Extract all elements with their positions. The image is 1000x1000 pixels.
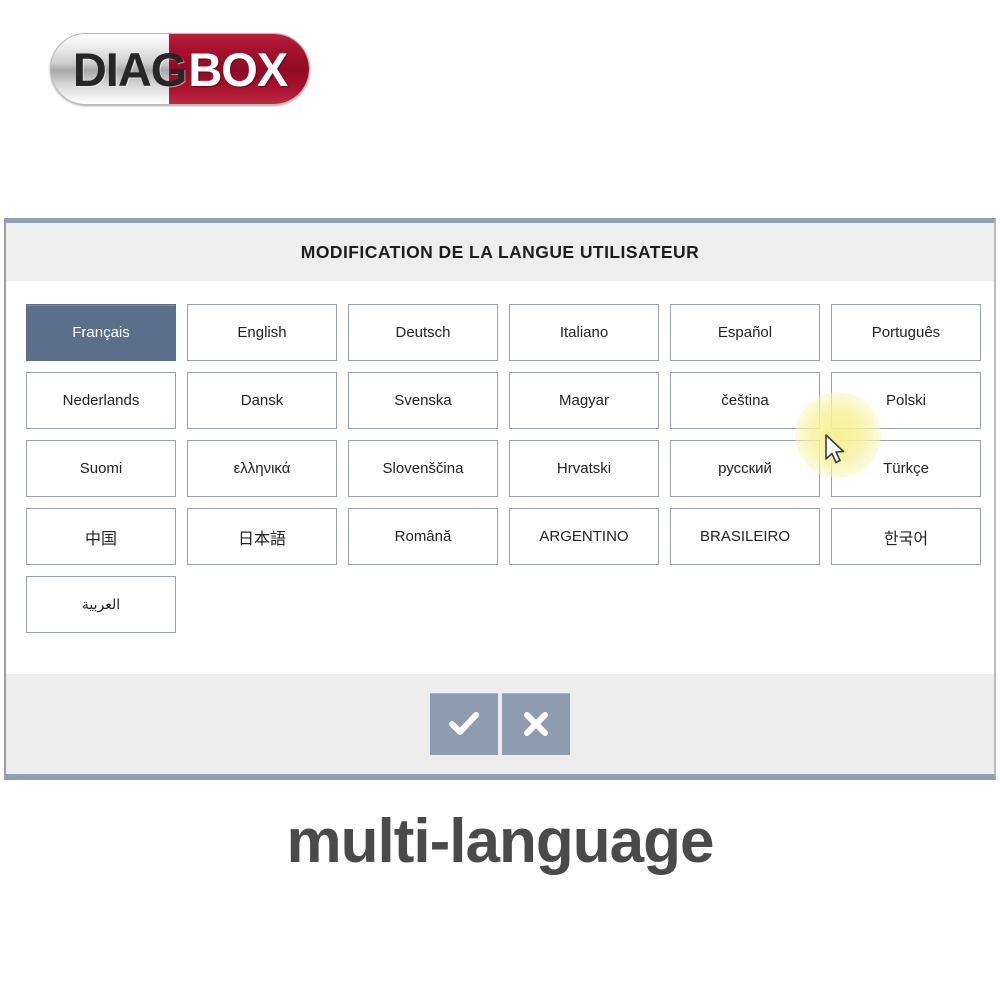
language-option-label: Türkçe <box>883 460 929 477</box>
check-icon <box>449 712 479 735</box>
language-option-1[interactable]: Français <box>26 304 176 361</box>
language-option-label: ελληνικά <box>233 460 291 477</box>
language-option-6[interactable]: Português <box>831 304 981 361</box>
logo-box-text: BOX <box>188 42 288 96</box>
language-option-12[interactable]: Polski <box>831 372 981 429</box>
language-option-16[interactable]: Hrvatski <box>509 440 659 497</box>
language-option-14[interactable]: ελληνικά <box>187 440 337 497</box>
language-option-label: Polski <box>885 392 926 409</box>
language-option-24[interactable]: 한국어 <box>831 508 981 565</box>
language-option-5[interactable]: Español <box>670 304 820 361</box>
language-option-label: Magyar <box>558 392 610 409</box>
language-option-label: Español <box>717 324 773 341</box>
language-grid: Français English Deutsch Italiano Español Por… <box>26 304 994 633</box>
language-option-label: Hrvatski <box>556 460 612 477</box>
language-option-label: Svenska <box>394 392 452 409</box>
language-option-8[interactable]: Dansk <box>187 372 337 429</box>
language-option-label: 한국어 <box>883 530 929 548</box>
dialog-body: Français English Deutsch Italiano Español Por… <box>6 282 994 674</box>
dialog-header: MODIFICATION DE LA LANGUE UTILISATEUR <box>6 223 994 282</box>
logo-pill-shape: DIAG BOX <box>50 33 310 105</box>
language-option-label: Italiano <box>559 324 609 341</box>
language-option-label: Dansk <box>240 392 284 409</box>
language-option-label: Română <box>394 528 452 545</box>
language-option-label: Slovenščina <box>382 460 464 477</box>
page-title: MODIFICATION DE LA LANGUE UTILISATEUR <box>300 241 700 262</box>
language-option-20[interactable]: 日本語 <box>187 508 337 565</box>
caption-text: multi-language <box>286 807 715 876</box>
language-option-label: русский <box>718 460 772 477</box>
diagbox-logo: DIAG BOX <box>50 33 310 105</box>
language-option-18[interactable]: Türkçe <box>831 440 981 497</box>
confirm-button[interactable] <box>430 693 498 755</box>
close-icon <box>524 712 548 736</box>
language-option-label: English <box>237 324 287 341</box>
language-option-label: Suomi <box>79 460 123 477</box>
language-option-label: BRASILEIRO <box>699 528 791 545</box>
language-option-label: Português <box>871 324 941 341</box>
language-option-19[interactable]: 中国 <box>26 508 176 565</box>
language-option-10[interactable]: Magyar <box>509 372 659 429</box>
language-option-11[interactable]: čeština <box>670 372 820 429</box>
logo-diag-text: DIAG <box>72 42 187 96</box>
language-selection-dialog: MODIFICATION DE LA LANGUE UTILISATEUR Fr… <box>4 218 996 780</box>
language-option-25[interactable]: العربية <box>26 576 176 633</box>
language-option-7[interactable]: Nederlands <box>26 372 176 429</box>
language-option-label: 中国 <box>84 530 117 548</box>
language-option-4[interactable]: Italiano <box>509 304 659 361</box>
cancel-button[interactable] <box>502 693 570 755</box>
logo-wordmark: DIAG BOX <box>51 34 309 104</box>
language-option-label: Deutsch <box>395 324 451 341</box>
dialog-footer <box>6 674 994 774</box>
language-option-label: Français <box>72 324 130 341</box>
language-option-label: čeština <box>721 392 769 409</box>
language-option-label: Nederlands <box>62 392 140 409</box>
language-option-2[interactable]: English <box>187 304 337 361</box>
language-option-label: ARGENTINO <box>539 528 629 545</box>
language-option-13[interactable]: Suomi <box>26 440 176 497</box>
language-option-15[interactable]: Slovenščina <box>348 440 498 497</box>
language-option-3[interactable]: Deutsch <box>348 304 498 361</box>
language-option-23[interactable]: BRASILEIRO <box>670 508 820 565</box>
language-option-21[interactable]: Română <box>348 508 498 565</box>
language-option-label: 日本語 <box>237 530 286 548</box>
language-option-9[interactable]: Svenska <box>348 372 498 429</box>
language-option-17[interactable]: русский <box>670 440 820 497</box>
language-option-label: العربية <box>81 596 121 612</box>
language-option-22[interactable]: ARGENTINO <box>509 508 659 565</box>
